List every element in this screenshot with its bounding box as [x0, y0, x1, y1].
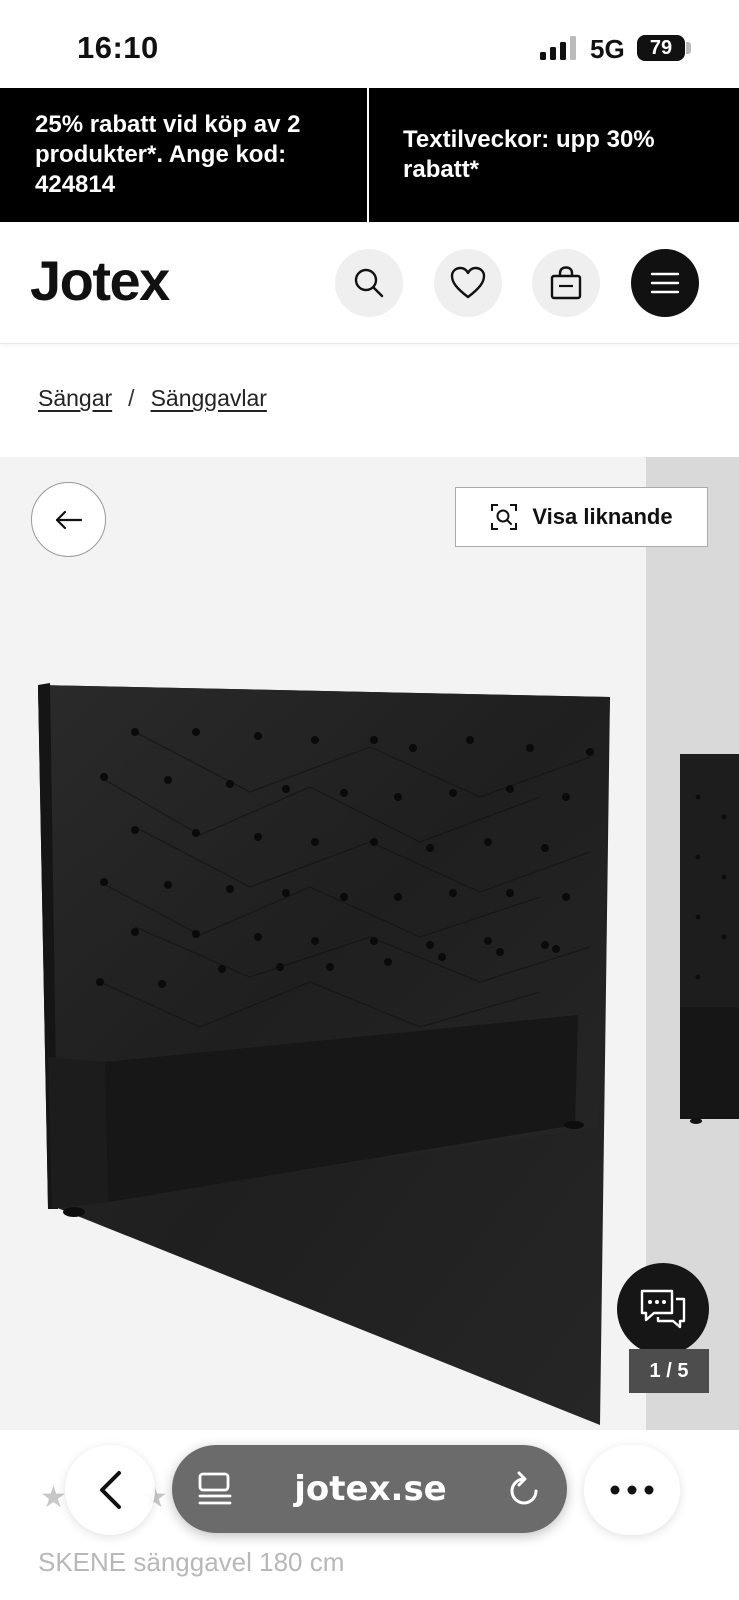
- status-bar: 16:10 5G 79: [0, 0, 739, 88]
- image-counter: 1 / 5: [629, 1349, 709, 1393]
- network-label: 5G: [590, 34, 625, 64]
- show-similar-label: Visa liknande: [532, 504, 673, 529]
- back-button[interactable]: [31, 482, 106, 557]
- product-gallery[interactable]: Visa liknande 1 / 5: [0, 457, 739, 1430]
- search-icon: [354, 268, 384, 298]
- breadcrumb: Sängar / Sänggavlar: [38, 385, 267, 412]
- breadcrumb-item-headboards[interactable]: Sänggavlar: [151, 385, 267, 412]
- battery-icon: 79: [637, 35, 685, 61]
- browser-address-bar[interactable]: jotex.se: [172, 1445, 567, 1533]
- menu-button[interactable]: [631, 249, 699, 317]
- chevron-left-icon: [100, 1471, 121, 1509]
- breadcrumb-item-beds[interactable]: Sängar: [38, 385, 112, 412]
- promo-textile-weeks[interactable]: Textilveckor: upp 30% rabatt*: [369, 88, 739, 222]
- browser-more-button[interactable]: [584, 1445, 680, 1535]
- star-icon: ★: [40, 1481, 67, 1514]
- page-menu-icon: [198, 1472, 232, 1505]
- reload-icon[interactable]: [507, 1471, 541, 1507]
- show-similar-button[interactable]: Visa liknande: [455, 487, 708, 547]
- promo-discount[interactable]: 25% rabatt vid köp av 2 produkter*. Ange…: [0, 88, 369, 222]
- cart-button[interactable]: [532, 249, 600, 317]
- jotex-logo[interactable]: Jotex: [30, 248, 170, 313]
- search-button[interactable]: [335, 249, 403, 317]
- arrow-left-icon: [55, 510, 82, 529]
- status-time: 16:10: [77, 30, 159, 65]
- visual-search-icon: [491, 504, 518, 530]
- menu-icon: [650, 272, 680, 294]
- wishlist-button[interactable]: [434, 249, 502, 317]
- product-title: SKENE sänggavel 180 cm: [38, 1547, 345, 1577]
- chat-button[interactable]: [617, 1263, 709, 1355]
- chat-icon: [640, 1289, 686, 1329]
- heart-icon: [450, 266, 486, 299]
- breadcrumb-separator: /: [128, 385, 135, 411]
- site-header: Jotex: [0, 222, 739, 344]
- product-image: [38, 683, 610, 1425]
- signal-icon: [540, 36, 576, 60]
- browser-back-button[interactable]: [65, 1445, 155, 1535]
- more-icon: [610, 1485, 654, 1495]
- battery-tip: [686, 42, 691, 54]
- promo-banner: 25% rabatt vid köp av 2 produkter*. Ange…: [0, 88, 739, 222]
- browser-url: jotex.se: [294, 1469, 447, 1509]
- bag-icon: [550, 266, 582, 300]
